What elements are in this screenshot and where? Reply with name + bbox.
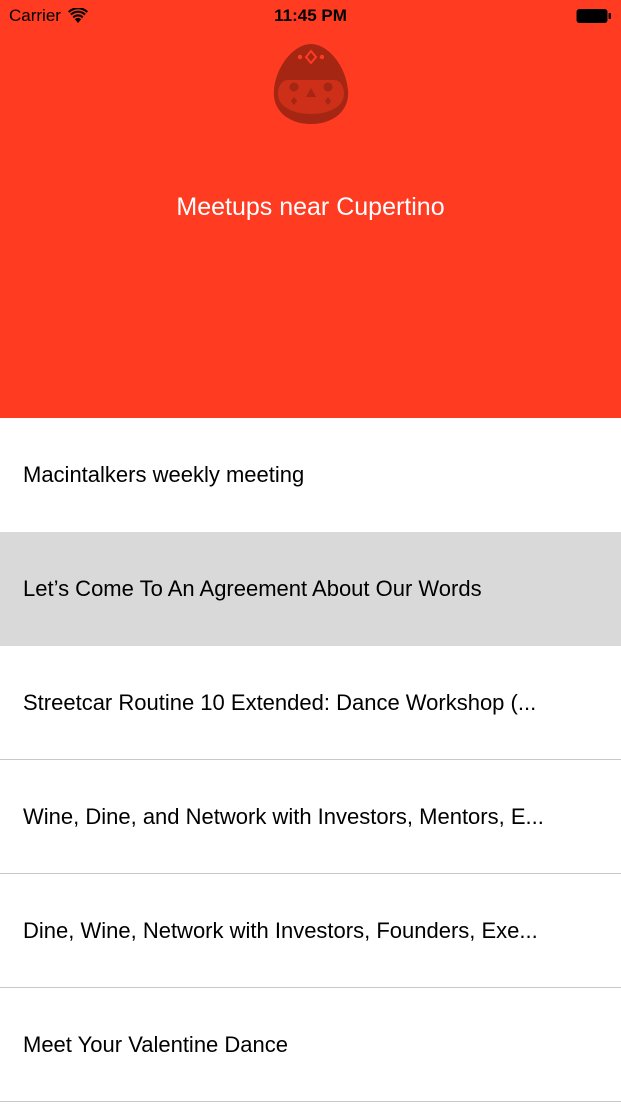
meetup-row[interactable]: Wine, Dine, and Network with Investors, … xyxy=(0,760,621,874)
meetup-row[interactable]: Meet Your Valentine Dance xyxy=(0,988,621,1102)
meetup-row[interactable]: Streetcar Routine 10 Extended: Dance Wor… xyxy=(0,646,621,760)
meetup-name: Streetcar Routine 10 Extended: Dance Wor… xyxy=(23,690,537,715)
meetup-name: Let’s Come To An Agreement About Our Wor… xyxy=(23,576,482,601)
meetup-list: Macintalkers weekly meeting Let’s Come T… xyxy=(0,418,621,1102)
meetup-name: Wine, Dine, and Network with Investors, … xyxy=(23,804,544,829)
battery-icon xyxy=(576,9,611,23)
page-title: Meetups near Cupertino xyxy=(176,193,445,221)
status-bar: Carrier 11:45 PM xyxy=(0,0,621,32)
meetup-name: Meet Your Valentine Dance xyxy=(23,1032,288,1057)
meetup-row[interactable]: Macintalkers weekly meeting xyxy=(0,418,621,532)
status-time: 11:45 PM xyxy=(274,6,347,25)
meetup-row[interactable]: Let’s Come To An Agreement About Our Wor… xyxy=(0,532,621,646)
header: Carrier 11:45 PM Meetups near Cupertino xyxy=(0,0,621,418)
meetup-row[interactable]: Dine, Wine, Network with Investors, Foun… xyxy=(0,874,621,988)
meetup-name: Dine, Wine, Network with Investors, Foun… xyxy=(23,918,538,943)
meetup-name: Macintalkers weekly meeting xyxy=(23,462,305,487)
mascot-icon xyxy=(273,44,349,124)
